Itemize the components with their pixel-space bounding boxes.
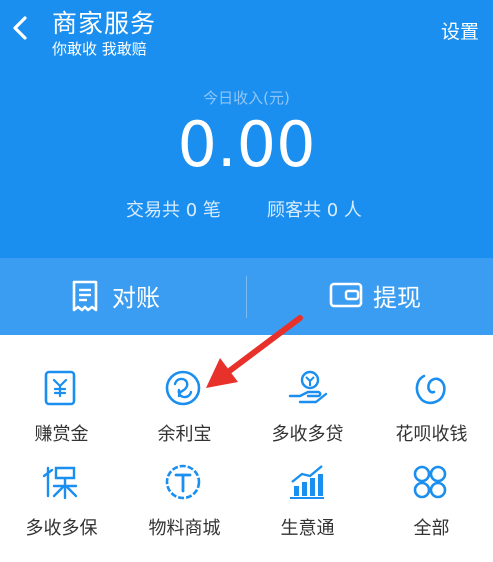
annotation-arrow	[206, 315, 303, 388]
